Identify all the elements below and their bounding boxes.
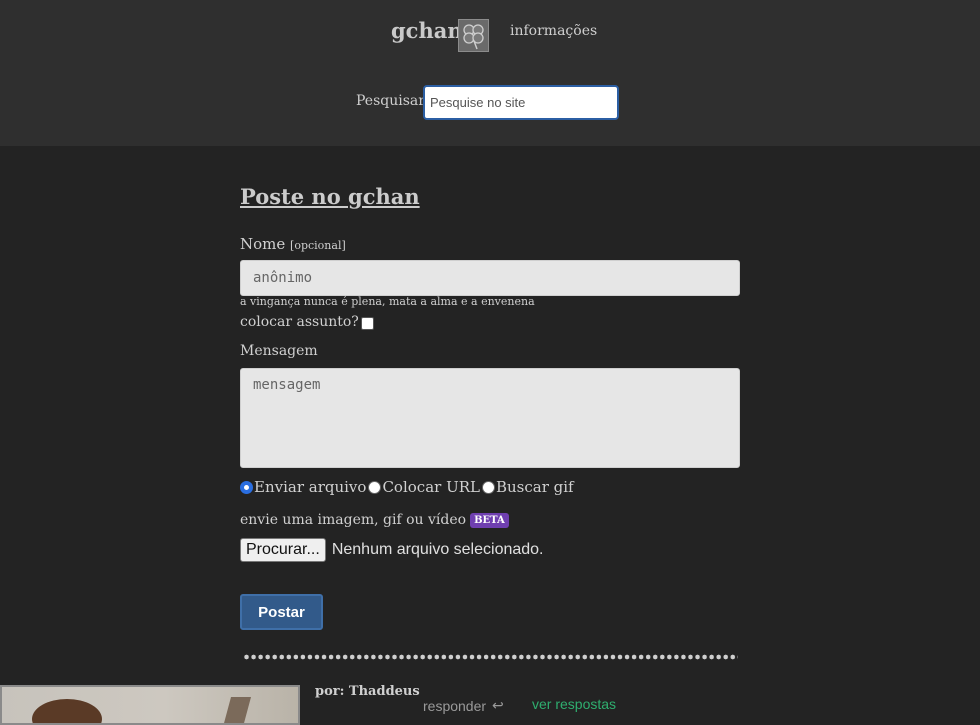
info-link[interactable]: informações <box>510 23 597 39</box>
post-author: por: Thaddeus <box>315 684 420 699</box>
name-optional-hint: [opcional] <box>290 239 346 252</box>
radio-gif[interactable]: Buscar gif <box>481 478 574 496</box>
site-logo-text[interactable]: gchan <box>391 18 463 43</box>
subject-checkbox[interactable] <box>361 317 374 330</box>
message-textarea[interactable]: mensagem <box>240 368 740 468</box>
subject-label: colocar assunto? <box>240 314 359 330</box>
radio-url[interactable]: Colocar URL <box>368 478 480 496</box>
post-form-title[interactable]: Poste no gchan <box>240 184 420 209</box>
reply-arrow-icon: ↩ <box>492 697 504 713</box>
submit-post-button[interactable]: Postar <box>240 594 323 630</box>
name-label: Nome [opcional] <box>240 235 346 253</box>
file-picker: Procurar... Nenhum arquivo selecionado. <box>240 538 544 562</box>
upload-hint-text: envie uma imagem, gif ou vídeo <box>240 512 467 528</box>
reply-label: responder <box>423 697 487 714</box>
dotted-divider <box>243 654 738 660</box>
name-input[interactable]: anônimo <box>240 260 740 296</box>
message-placeholder: mensagem <box>253 377 321 393</box>
upload-mode-group: Enviar arquivo Colocar URL Buscar gif <box>240 478 576 496</box>
reply-link[interactable]: responder ↩ <box>423 697 504 714</box>
radio-upload-file[interactable]: Enviar arquivo <box>240 478 366 496</box>
thumbnail-image-shape <box>32 699 102 723</box>
site-header: gchan informações Pesquisar <box>0 0 980 146</box>
radio-button[interactable] <box>240 480 253 494</box>
radio-button[interactable] <box>368 480 382 494</box>
radio-label: Colocar URL <box>382 478 480 496</box>
search-input[interactable] <box>423 85 619 120</box>
radio-label: Buscar gif <box>495 478 574 496</box>
name-input-placeholder: anônimo <box>253 270 313 286</box>
beta-badge: BETA <box>470 512 509 528</box>
upload-hint: envie uma imagem, gif ou vídeo BETA <box>240 512 509 528</box>
thumbnail-image-shape <box>222 697 252 723</box>
file-status: Nenhum arquivo selecionado. <box>331 541 544 558</box>
see-replies-link[interactable]: ver respostas <box>532 696 616 712</box>
message-label: Mensagem <box>240 343 318 359</box>
name-label-text: Nome <box>240 235 286 253</box>
browse-button[interactable]: Procurar... <box>240 538 326 562</box>
search-label: Pesquisar <box>356 93 425 109</box>
radio-button[interactable] <box>481 480 495 494</box>
clover-logo-icon[interactable] <box>458 19 489 52</box>
radio-label: Enviar arquivo <box>254 478 367 496</box>
tagline: a vingança nunca é plena, mata a alma e … <box>240 295 535 308</box>
post-thumbnail[interactable] <box>0 685 300 725</box>
